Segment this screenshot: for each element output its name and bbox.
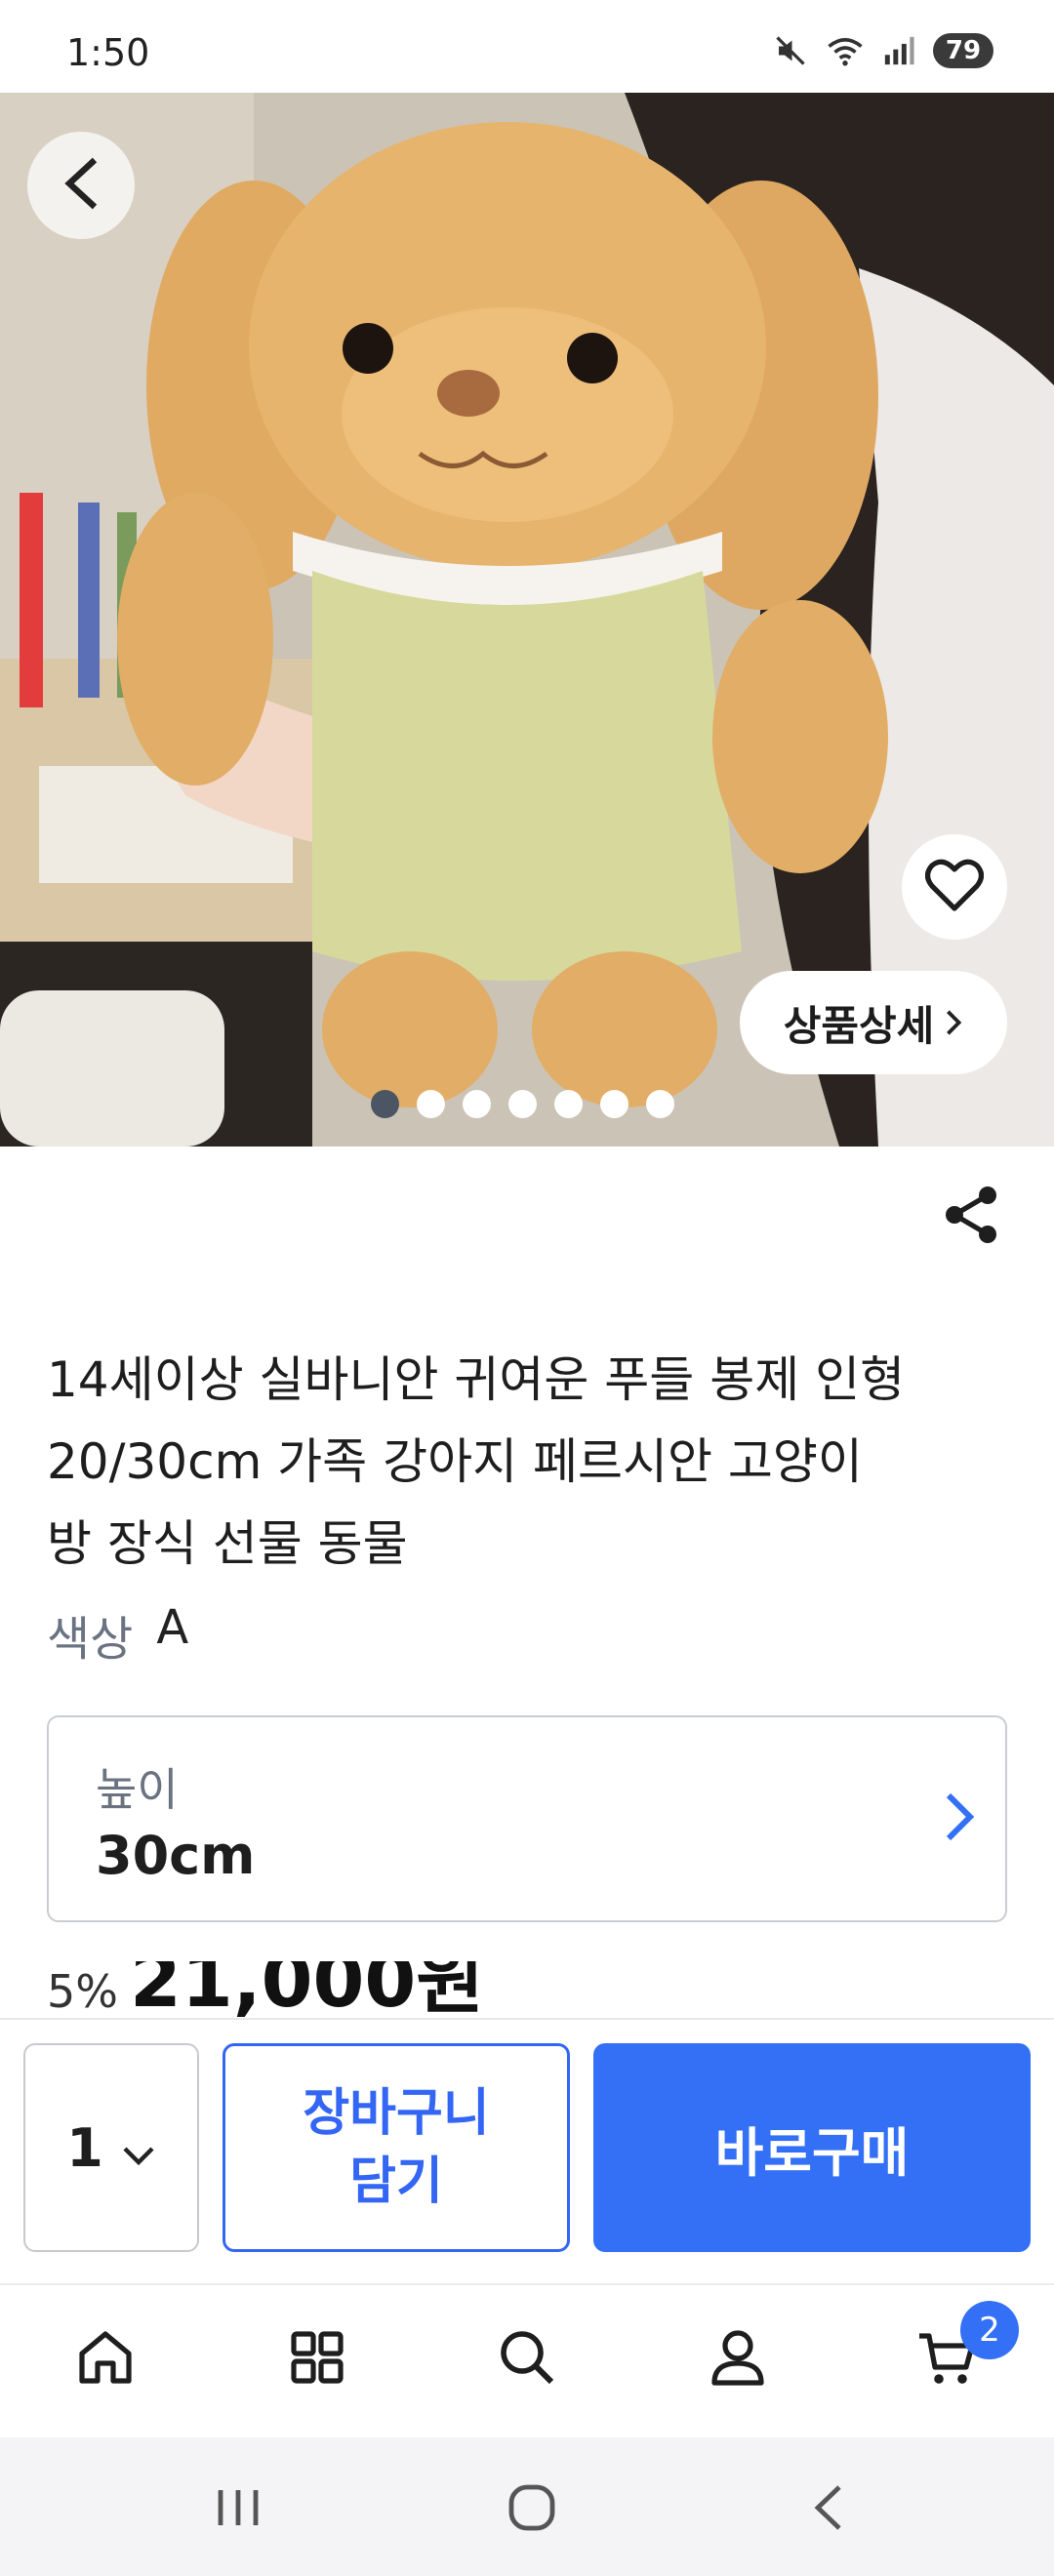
tab-profile[interactable] [699,2320,777,2398]
carousel-dot[interactable] [371,1090,399,1118]
tab-search[interactable] [488,2320,566,2398]
system-back-button[interactable] [789,2471,867,2549]
color-value: A [156,1600,189,1655]
home-icon [74,2326,137,2393]
categories-icon [288,2328,346,2391]
tab-categories[interactable] [278,2320,356,2398]
tab-home[interactable] [66,2320,144,2398]
recent-apps-button[interactable] [199,2471,277,2549]
color-option: 색상 A [47,1600,188,1669]
product-detail-button[interactable]: 상품상세 [740,971,1007,1074]
buy-now-button[interactable]: 바로구매 [593,2043,1031,2252]
home-circle-icon [506,2481,558,2538]
share-button[interactable] [937,1183,1005,1251]
share-icon [943,1186,999,1248]
back-icon [808,2481,847,2538]
recent-apps-icon [213,2484,264,2535]
chevron-right-icon [943,1790,976,1848]
mute-icon [773,33,808,68]
product-detail-label: 상품상세 [783,1001,935,1050]
height-label: 높이 [96,1763,179,1816]
heart-icon [924,858,985,916]
product-title-line: 20/30cm 가족 강아지 페르시안 고양이 [47,1433,863,1490]
purchase-action-bar: 1 장바구니 담기 바로구매 [0,2018,1054,2281]
wishlist-button[interactable] [902,834,1007,940]
discount-rate: 5% [47,1965,118,2018]
back-button[interactable] [27,132,135,239]
back-arrow-icon [60,156,102,215]
color-label: 색상 [47,1612,134,1667]
signal-icon [882,34,915,67]
profile-icon [707,2326,769,2393]
status-time: 1:50 [66,31,150,74]
product-title-line: 방 장식 선물 동물 [47,1515,408,1572]
search-icon [496,2326,558,2393]
carousel-dot[interactable] [417,1090,445,1118]
carousel-dot[interactable] [600,1090,628,1118]
price-row: 5% 21,000원 [47,1961,1013,2018]
system-home-button[interactable] [493,2471,571,2549]
carousel-dot[interactable] [463,1090,491,1118]
add-to-cart-label: 담기 [349,2153,443,2211]
height-value: 30cm [96,1825,256,1886]
quantity-value: 1 [66,2116,103,2179]
carousel-dot[interactable] [554,1090,583,1118]
battery-icon: 79 [933,33,993,68]
status-icons: 79 [773,33,993,68]
product-image-carousel[interactable]: 상품상세 [0,93,1054,1147]
height-selector[interactable]: 높이 30cm [47,1715,1007,1922]
system-navigation-bar [0,2437,1054,2576]
carousel-dot[interactable] [508,1090,537,1118]
carousel-indicator [371,1090,674,1118]
bottom-tab-bar [0,2283,1054,2437]
add-to-cart-label: 장바구니 [303,2084,490,2143]
chevron-down-icon [121,2117,156,2179]
status-bar: 1:50 79 [0,0,1054,93]
quantity-select[interactable]: 1 [23,2043,199,2252]
product-title-line: 14세이상 실바니안 귀여운 푸들 봉제 인형 [47,1351,906,1408]
add-to-cart-button[interactable]: 장바구니 담기 [223,2043,570,2252]
carousel-dot[interactable] [646,1090,674,1118]
cart-count-badge: 2 [960,2301,1019,2359]
wifi-icon [826,33,865,68]
sale-price: 21,000원 [129,1961,485,2018]
product-title: 14세이상 실바니안 귀여운 푸들 봉제 인형 20/30cm 가족 강아지 페… [47,1339,1013,1585]
chevron-right-icon [944,999,963,1047]
buy-now-label: 바로구매 [714,2121,910,2184]
